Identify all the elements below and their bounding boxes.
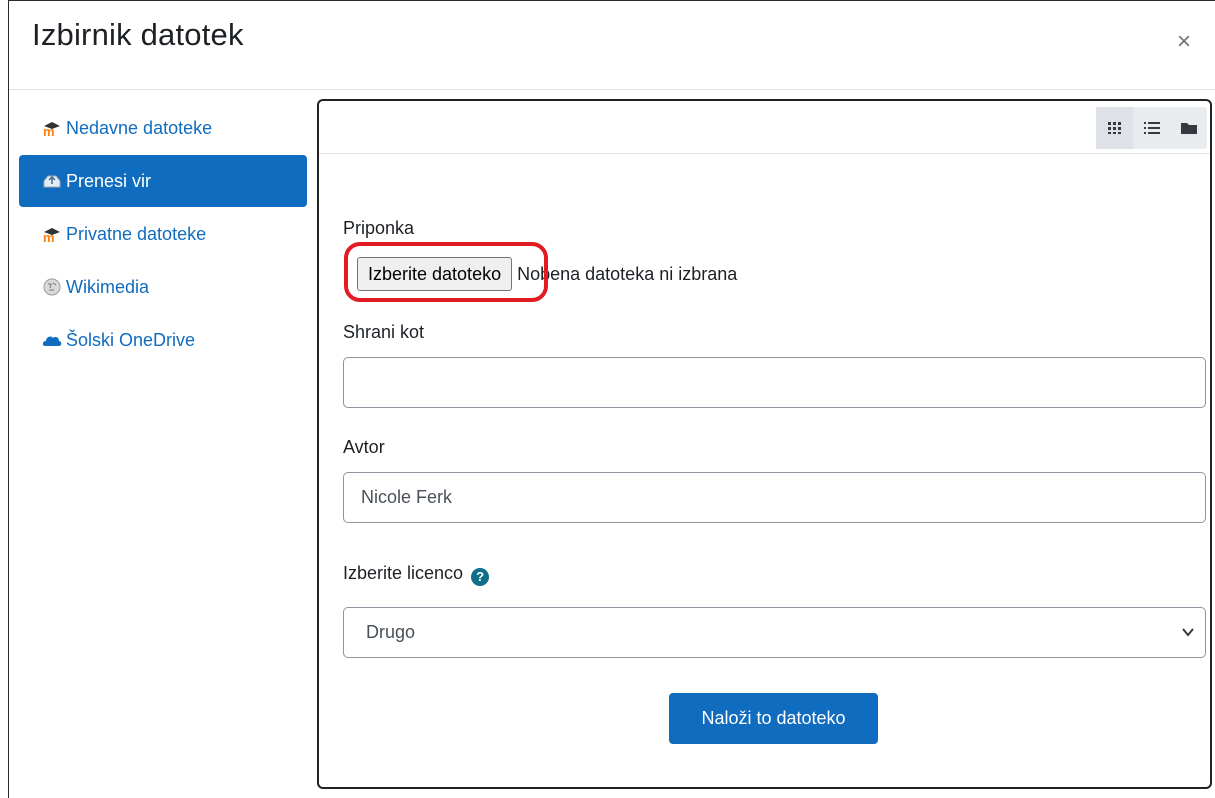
- wikimedia-icon: [42, 278, 62, 296]
- license-label-row: Izberite licenco?: [343, 563, 490, 586]
- upload-panel: Priponka Izberite datoteko Nobena datote…: [317, 99, 1212, 789]
- onedrive-icon: [42, 331, 62, 349]
- help-icon[interactable]: ?: [471, 568, 490, 586]
- dialog-title: Izbirnik datotek: [32, 17, 244, 52]
- file-picker-dialog: Izbirnik datotek × m Nedavne datoteke Pr…: [8, 0, 1215, 798]
- chevron-down-icon: [1182, 628, 1194, 637]
- choose-file-button[interactable]: Izberite datoteko: [357, 257, 513, 291]
- license-select[interactable]: Drugo: [343, 607, 1206, 658]
- sidebar-item-label: Šolski OneDrive: [66, 329, 196, 350]
- list-view-icon[interactable]: [1133, 107, 1170, 149]
- author-input[interactable]: [343, 472, 1206, 523]
- repository-sidebar: m Nedavne datoteke Prenesi vir m Privatn…: [19, 102, 307, 367]
- sidebar-item-upload[interactable]: Prenesi vir: [19, 155, 307, 207]
- sidebar-item-label: Nedavne datoteke: [66, 117, 213, 138]
- moodle-icon: m: [42, 119, 62, 137]
- sidebar-item-private-files[interactable]: m Privatne datoteke: [19, 208, 307, 260]
- svg-text:m: m: [43, 124, 55, 136]
- close-icon[interactable]: ×: [1173, 30, 1195, 54]
- save-as-label: Shrani kot: [343, 322, 425, 342]
- sidebar-item-wikimedia[interactable]: Wikimedia: [19, 261, 307, 313]
- moodle-icon: m: [42, 225, 62, 243]
- sidebar-item-label: Wikimedia: [66, 276, 150, 297]
- sidebar-item-label: Prenesi vir: [66, 170, 152, 191]
- view-switcher: [1096, 107, 1207, 149]
- file-chooser: Izberite datoteko Nobena datoteka ni izb…: [357, 257, 738, 291]
- folder-view-icon[interactable]: [1170, 107, 1207, 149]
- panel-divider: [319, 153, 1210, 154]
- upload-icon: [42, 172, 62, 190]
- sidebar-item-label: Privatne datoteke: [66, 223, 207, 244]
- license-selected-value: Drugo: [366, 622, 416, 642]
- upload-file-button[interactable]: Naloži to datoteko: [669, 693, 878, 744]
- sidebar-item-recent-files[interactable]: m Nedavne datoteke: [19, 102, 307, 154]
- license-label: Izberite licenco: [343, 563, 464, 583]
- sidebar-item-onedrive[interactable]: Šolski OneDrive: [19, 314, 307, 366]
- grid-view-icon[interactable]: [1096, 107, 1133, 149]
- author-label: Avtor: [343, 437, 385, 457]
- dialog-header: Izbirnik datotek ×: [9, 1, 1215, 90]
- attachment-label: Priponka: [343, 218, 415, 238]
- svg-text:m: m: [43, 230, 55, 242]
- save-as-input[interactable]: [343, 357, 1206, 408]
- file-status-text: Nobena datoteka ni izbrana: [517, 263, 738, 284]
